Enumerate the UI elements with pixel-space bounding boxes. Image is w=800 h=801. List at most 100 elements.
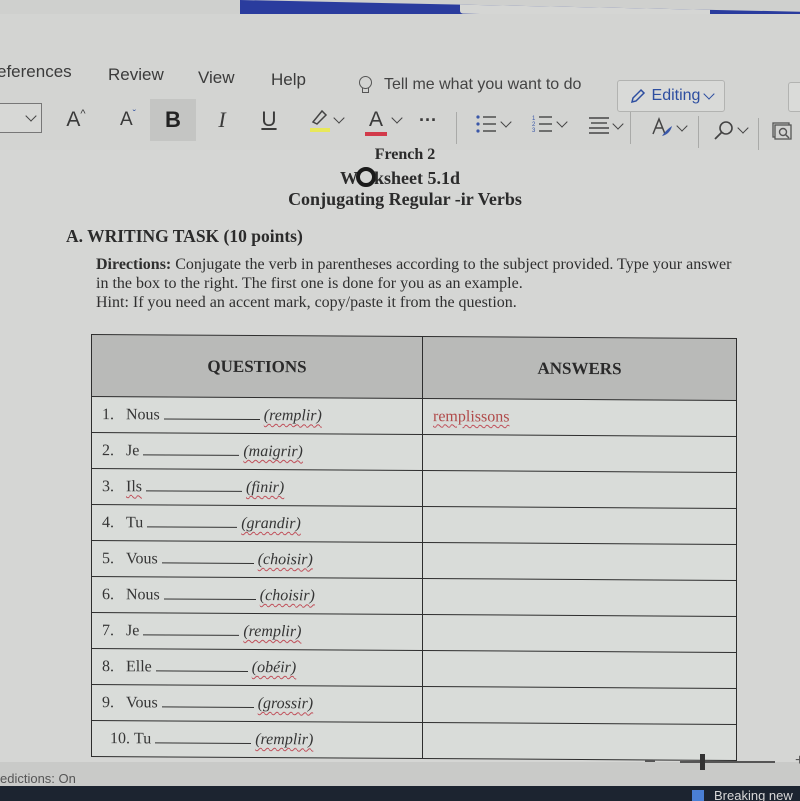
immersive-reader-button[interactable] (768, 118, 796, 146)
answer-text[interactable]: remplissons (433, 408, 509, 425)
table-header-row: QUESTIONS ANSWERS (91, 334, 737, 401)
directions-text: Directions: Conjugate the verb in parent… (96, 256, 732, 292)
tell-me-search[interactable]: Tell me what you want to do (358, 76, 581, 94)
answer-cell[interactable] (422, 542, 737, 581)
doc-title-course: French 2 (374, 146, 436, 163)
question-cell: 4. Tu (grandir) (91, 504, 423, 543)
doc-title-worksheet: Wksheet 5.1d (339, 167, 460, 188)
question-verb: (grossir) (257, 695, 314, 713)
tab-view[interactable]: View (198, 68, 235, 88)
answer-cell[interactable] (422, 506, 737, 545)
question-verb: (remplir) (255, 731, 314, 749)
font-size-dropdown[interactable] (0, 103, 42, 133)
worksheet-table: QUESTIONS ANSWERS 1. Nous (remplir) remplis… (91, 334, 737, 761)
question-subject: Tu (126, 514, 144, 532)
doc-title-topic: Conjugating Regular -ir Verbs (288, 189, 522, 209)
chevron-down-icon (676, 119, 688, 132)
align-button[interactable] (582, 112, 628, 140)
shrink-font-button[interactable]: Aˇ (114, 106, 142, 134)
news-label: Breaking new (714, 788, 793, 801)
tab-references[interactable]: eferences (0, 62, 72, 82)
pencil-icon (630, 88, 645, 104)
chevron-down-icon (333, 111, 345, 124)
table-row: 9. Vous (grossir) (91, 684, 737, 725)
zoom-thumb[interactable] (700, 754, 705, 770)
taskbar: Breaking new (0, 786, 800, 801)
question-verb: (grandir) (241, 514, 301, 533)
question-number: 4. (102, 514, 114, 532)
find-button[interactable] (708, 116, 752, 144)
table-row: 2. Je (maigrir) (91, 432, 737, 473)
answer-cell[interactable] (422, 434, 737, 473)
news-widget[interactable]: Breaking new (692, 788, 793, 801)
italic-button[interactable]: I (208, 106, 236, 134)
editing-mode-button[interactable]: Editing (617, 80, 725, 112)
question-cell: 5. Vous (choisir) (91, 540, 423, 579)
question-subject: Je (126, 442, 140, 460)
question-subject: Ils (126, 478, 142, 496)
answer-cell[interactable] (422, 686, 737, 725)
bold-button[interactable]: B (150, 99, 196, 141)
grow-font-button[interactable]: A ^ (62, 106, 90, 134)
search-icon (714, 121, 733, 140)
underline-button[interactable]: U (255, 106, 283, 134)
font-color-button[interactable]: A (362, 106, 404, 136)
cursor-ring-icon (355, 167, 376, 187)
answer-blank (155, 729, 252, 744)
answer-cell[interactable]: remplissons (422, 398, 737, 437)
question-cell: 3. Ils (finir) (91, 468, 423, 507)
question-subject: Elle (126, 658, 152, 676)
tab-review[interactable]: Review (108, 65, 164, 85)
numbered-list-icon: 1 2 3 (532, 116, 552, 134)
bullets-button[interactable] (470, 110, 516, 138)
zoom-in-button[interactable]: + (795, 753, 800, 769)
table-row: 4. Tu (grandir) (91, 504, 737, 545)
tell-me-label: Tell me what you want to do (384, 76, 582, 93)
question-verb: (remplir) (243, 622, 302, 641)
question-number: 8. (102, 658, 114, 676)
questions-header: QUESTIONS (91, 334, 423, 399)
directions-label: Directions: (96, 256, 172, 273)
share-button-partial[interactable] (788, 82, 800, 112)
question-verb: (maigrir) (243, 442, 303, 461)
answer-blank (161, 693, 254, 708)
chevron-down-icon (391, 111, 403, 124)
caret-up-icon: ^ (80, 108, 86, 120)
zoom-out-button[interactable] (645, 760, 655, 762)
answers-header: ANSWERS (422, 336, 737, 401)
question-cell: 7. Je (remplir) (91, 612, 423, 651)
question-cell: 8. Elle (obéir) (91, 648, 423, 687)
section-heading: A. WRITING TASK (10 points) (66, 226, 303, 246)
question-number: 10. (110, 730, 130, 748)
reader-view-icon (772, 122, 792, 140)
question-cell: 6. Nous (choisir) (91, 576, 423, 615)
answer-cell[interactable] (422, 650, 737, 689)
font-color-bar (365, 132, 387, 136)
zoom-slider[interactable]: + (645, 753, 800, 770)
align-justify-icon (589, 117, 609, 134)
table-row: 7. Je (remplir) (91, 612, 737, 653)
question-subject: Nous (126, 586, 160, 604)
styles-button[interactable] (644, 114, 692, 142)
text-predictions-status[interactable]: edictions: On (0, 771, 76, 786)
question-subject: Je (126, 622, 140, 640)
answer-cell[interactable] (422, 578, 737, 617)
answer-cell[interactable] (422, 470, 737, 509)
more-options-button[interactable]: ··· (414, 106, 442, 134)
question-number: 1. (102, 406, 114, 424)
question-verb: (choisir) (257, 551, 313, 569)
highlight-button[interactable] (305, 106, 347, 134)
tab-help[interactable]: Help (271, 70, 306, 90)
lightbulb-icon (358, 76, 372, 94)
answer-blank (163, 405, 260, 421)
news-icon (692, 789, 704, 801)
styles-brush-icon (652, 116, 672, 136)
answer-blank (146, 477, 242, 492)
numbering-button[interactable]: 1 2 3 (526, 110, 572, 138)
question-cell: 9. Vous (grossir) (91, 684, 423, 723)
question-cell: 10. Tu (remplir) (91, 720, 423, 759)
zoom-track[interactable] (680, 761, 775, 763)
question-number: 5. (102, 550, 114, 568)
answer-cell[interactable] (422, 614, 737, 653)
chevron-down-icon (25, 109, 37, 122)
